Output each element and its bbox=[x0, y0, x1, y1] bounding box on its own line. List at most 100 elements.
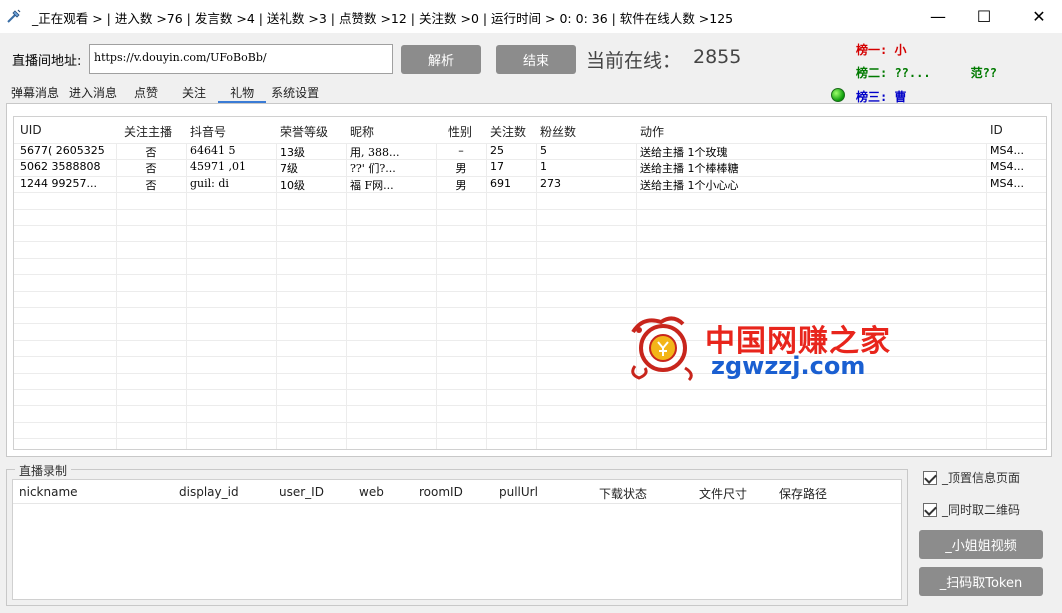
close-icon: ✕ bbox=[1032, 7, 1046, 26]
table-cell: guil: di bbox=[190, 176, 229, 190]
rank-second: 榜二: ??... 范?? bbox=[856, 64, 997, 81]
column-header[interactable]: ID bbox=[990, 123, 1003, 137]
online-label: 当前在线： bbox=[586, 50, 682, 72]
column-header[interactable]: 抖音号 bbox=[190, 123, 226, 140]
table-cell: 5 bbox=[540, 144, 547, 157]
tab-follow[interactable]: 关注 bbox=[170, 86, 218, 103]
column-header[interactable]: UID bbox=[20, 123, 42, 137]
row-divider bbox=[14, 405, 1046, 407]
row-divider bbox=[14, 323, 1046, 325]
minimize-icon: — bbox=[930, 7, 946, 26]
token-button[interactable]: _扫码取Token bbox=[919, 567, 1043, 596]
row-divider bbox=[14, 290, 1046, 292]
table-cell: 用, 388... bbox=[350, 146, 400, 159]
column-header[interactable]: 关注数 bbox=[490, 123, 526, 140]
top-info-checkbox[interactable]: _顶置信息页面 bbox=[923, 469, 1020, 486]
live-record-header-divider bbox=[13, 503, 901, 504]
maximize-button[interactable]: ☐ bbox=[961, 0, 1007, 33]
column-header[interactable]: 荣誉等级 bbox=[280, 123, 328, 140]
parse-button[interactable]: 解析 bbox=[401, 45, 481, 74]
table-cell: 男 bbox=[455, 178, 467, 192]
record-column-header[interactable]: display_id bbox=[179, 485, 239, 499]
live-record-title: 直播录制 bbox=[15, 462, 72, 479]
qr-checkbox-label: _同时取二维码 bbox=[942, 503, 1021, 517]
tab-enter[interactable]: 进入消息 bbox=[64, 86, 122, 103]
record-column-header[interactable]: web bbox=[359, 485, 384, 499]
minimize-button[interactable]: — bbox=[915, 0, 961, 33]
row-divider bbox=[14, 257, 1046, 259]
app-icon bbox=[7, 9, 21, 23]
row-divider bbox=[14, 389, 1046, 390]
table-cell: MS4... bbox=[990, 176, 1024, 190]
record-column-header[interactable]: nickname bbox=[19, 485, 78, 499]
record-column-header[interactable]: pullUrl bbox=[499, 485, 538, 499]
table-cell: 7级 bbox=[280, 162, 298, 176]
end-button[interactable]: 结束 bbox=[496, 45, 576, 74]
window-title: _正在观看 > | 进入数 >76 | 发言数 >4 | 送礼数 >3 | 点赞… bbox=[32, 11, 734, 26]
record-column-header[interactable]: 下载状态 bbox=[599, 485, 647, 502]
row-divider bbox=[14, 339, 1046, 341]
column-divider bbox=[276, 143, 277, 449]
column-header[interactable]: 粉丝数 bbox=[540, 123, 576, 140]
rank-first: 榜一: 小 bbox=[856, 43, 907, 57]
tab-danmaku[interactable]: 弹幕消息 bbox=[6, 86, 64, 103]
table-cell: 送给主播 1个小心心 bbox=[640, 178, 739, 192]
table-cell: 13级 bbox=[280, 146, 305, 159]
live-record-table[interactable]: nickname display_id user_ID web roomID pullUr… bbox=[12, 479, 902, 600]
row-divider bbox=[14, 438, 1046, 440]
table-cell: 5062 3588808 bbox=[20, 160, 101, 174]
table-cell: 男 bbox=[455, 162, 467, 176]
table-cell: 17 bbox=[490, 160, 504, 174]
row-divider bbox=[14, 274, 1046, 276]
close-button[interactable]: ✕ bbox=[1016, 0, 1062, 33]
record-column-header[interactable]: 保存路径 bbox=[779, 485, 827, 502]
record-column-header[interactable]: user_ID bbox=[279, 485, 324, 499]
checkbox-checked-icon[interactable] bbox=[923, 470, 937, 485]
row-divider bbox=[14, 372, 1046, 374]
table-cell: MS4... bbox=[990, 160, 1024, 174]
online-count: 2855 bbox=[693, 46, 742, 68]
rank-second-text: 榜二: ??... bbox=[856, 66, 931, 80]
column-header[interactable]: 昵称 bbox=[350, 123, 374, 140]
table-cell: – bbox=[458, 144, 464, 157]
tab-settings[interactable]: 系统设置 bbox=[266, 86, 324, 103]
tab-bar: 弹幕消息 进入消息 点赞 关注 礼物 系统设置 bbox=[6, 86, 324, 103]
record-column-header[interactable]: 文件尺寸 bbox=[699, 485, 747, 502]
row-divider bbox=[14, 307, 1046, 308]
top-info-checkbox-label: _顶置信息页面 bbox=[942, 471, 1021, 485]
qr-checkbox[interactable]: _同时取二维码 bbox=[923, 501, 1020, 518]
row-divider bbox=[14, 208, 1046, 210]
table-cell: 5677( 2605325 bbox=[20, 144, 105, 157]
column-divider bbox=[346, 143, 347, 449]
checkbox-checked-icon[interactable] bbox=[923, 502, 937, 517]
table-cell: 25 bbox=[490, 144, 504, 157]
url-input[interactable]: https://v.douyin.com/UFoBoBb/ bbox=[89, 44, 393, 74]
table-cell: 送给主播 1个玫瑰 bbox=[640, 146, 728, 159]
tab-like[interactable]: 点赞 bbox=[122, 86, 170, 103]
table-cell: 福 F网... bbox=[350, 178, 394, 192]
column-header[interactable]: 性别 bbox=[448, 123, 472, 140]
gift-table[interactable]: UID 关注主播 抖音号 荣誉等级 昵称 性别 关注数 粉丝数 动作 ID 5677( 26053… bbox=[13, 116, 1047, 450]
column-divider bbox=[636, 143, 637, 449]
tab-gift[interactable]: 礼物 bbox=[218, 86, 267, 103]
table-cell: 64641 5 bbox=[190, 144, 236, 157]
table-cell: 否 bbox=[145, 178, 157, 192]
table-cell: ??' 们?... bbox=[350, 162, 396, 176]
watermark-en: zgwzzj.com bbox=[711, 352, 866, 380]
row-divider bbox=[14, 356, 1046, 358]
column-divider bbox=[186, 143, 187, 449]
live-record-group: 直播录制 nickname display_id user_ID web roomID p… bbox=[6, 462, 908, 606]
record-column-header[interactable]: roomID bbox=[419, 485, 463, 499]
table-cell: 691 bbox=[490, 176, 511, 190]
table-cell: MS4... bbox=[990, 144, 1024, 157]
column-header[interactable]: 关注主播 bbox=[124, 123, 172, 140]
row-divider bbox=[14, 421, 1046, 423]
status-dot-icon bbox=[831, 88, 845, 102]
table-cell: 10级 bbox=[280, 178, 305, 192]
column-header[interactable]: 动作 bbox=[640, 123, 664, 140]
table-cell: 1 bbox=[540, 160, 547, 174]
row-divider bbox=[14, 225, 1046, 226]
table-cell: 否 bbox=[145, 146, 157, 159]
video-button[interactable]: _小姐姐视频 bbox=[919, 530, 1043, 559]
dragon-logo-icon bbox=[631, 316, 693, 382]
